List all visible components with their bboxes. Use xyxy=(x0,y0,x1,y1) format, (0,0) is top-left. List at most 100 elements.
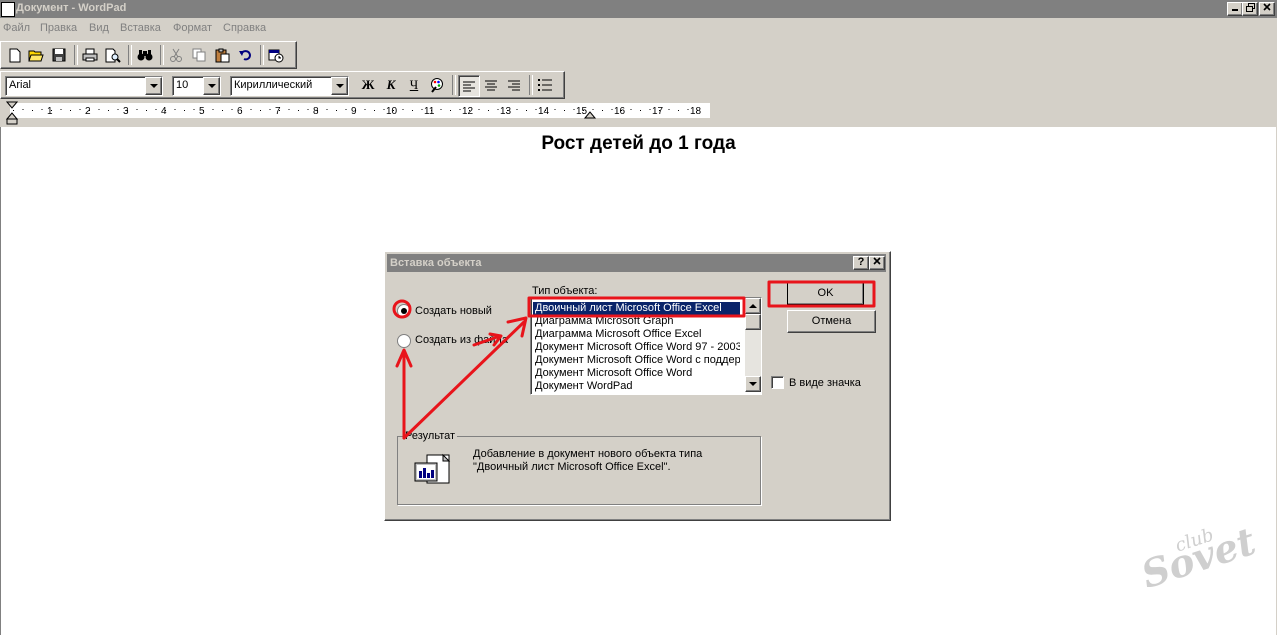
toolbar-separator xyxy=(160,45,164,65)
indent-marker-icon[interactable] xyxy=(6,101,18,125)
radio-create-new-label[interactable]: Создать новый xyxy=(415,305,492,317)
scroll-down-button[interactable] xyxy=(745,376,761,392)
scissors-icon xyxy=(170,48,182,62)
paste-button[interactable] xyxy=(212,45,232,65)
ruler-tick-label: 10 xyxy=(386,106,398,117)
open-folder-icon xyxy=(28,50,44,62)
toolbar-separator xyxy=(260,45,264,65)
copy-icon xyxy=(192,48,205,62)
text-color-button[interactable] xyxy=(427,75,447,95)
chevron-up-icon xyxy=(749,304,757,308)
scroll-up-button[interactable] xyxy=(745,298,761,314)
menu-view[interactable]: Вид xyxy=(89,22,109,34)
align-right-icon xyxy=(508,80,520,90)
minimize-button[interactable] xyxy=(1227,2,1243,16)
open-button[interactable] xyxy=(26,45,46,65)
object-type-item[interactable]: Документ Microsoft Office Word с поддерж… xyxy=(535,354,740,367)
bold-button[interactable]: Ж xyxy=(358,75,378,95)
dialog-title: Вставка объекта xyxy=(390,257,482,269)
right-indent-marker-icon[interactable] xyxy=(584,111,596,120)
ruler[interactable]: 1 2 3 4 5 6 7 8 9 10 11 12 13 14 15 16 17 18 xyxy=(0,100,1277,127)
script-dropdown-button[interactable] xyxy=(331,77,348,95)
radio-selected-dot xyxy=(401,308,407,314)
object-type-item[interactable]: Документ WordPad xyxy=(535,380,740,393)
undo-button[interactable] xyxy=(235,45,255,65)
radio-create-new[interactable] xyxy=(397,304,411,318)
window-title: Документ - WordPad xyxy=(16,2,127,14)
copy-button[interactable] xyxy=(189,45,209,65)
toolbar-separator xyxy=(529,75,533,95)
close-icon xyxy=(1263,3,1271,11)
minimize-icon xyxy=(1232,9,1238,11)
script-value: Кириллический xyxy=(234,79,313,91)
dialog-help-button[interactable]: ? xyxy=(853,256,869,270)
cancel-button-label: Отмена xyxy=(811,315,852,327)
object-type-item[interactable]: Документ Microsoft Office Word 97 - 2003 xyxy=(535,341,740,354)
cancel-button[interactable]: Отмена xyxy=(787,310,876,333)
radio-create-from-file-label[interactable]: Создать из файла xyxy=(415,334,508,346)
binoculars-icon xyxy=(137,50,153,61)
restore-icon xyxy=(1245,3,1255,12)
menu-format[interactable]: Формат xyxy=(173,22,212,34)
insert-datetime-button[interactable] xyxy=(266,45,286,65)
help-icon: ? xyxy=(857,256,865,268)
font-dropdown-button[interactable] xyxy=(145,77,162,95)
document-heading[interactable]: Рост детей до 1 года xyxy=(1,133,1276,155)
calendar-clock-icon xyxy=(268,49,284,62)
align-left-button[interactable] xyxy=(458,75,480,97)
font-size-combo[interactable]: 10 xyxy=(172,76,221,96)
ruler-tick-label: 16 xyxy=(614,106,626,117)
print-preview-button[interactable] xyxy=(103,45,123,65)
menu-edit[interactable]: Правка xyxy=(40,22,77,34)
align-center-icon xyxy=(485,80,497,90)
italic-button[interactable]: К xyxy=(381,75,401,95)
menu-bar: Файл Правка Вид Вставка Формат Справка xyxy=(0,19,1277,39)
result-description-line2: "Двоичный лист Microsoft Office Excel". xyxy=(473,461,671,473)
save-button[interactable] xyxy=(49,45,69,65)
print-button[interactable] xyxy=(80,45,100,65)
as-icon-label[interactable]: В виде значка xyxy=(789,377,861,389)
toolbar-separator xyxy=(452,75,456,95)
find-button[interactable] xyxy=(135,45,155,65)
object-type-list[interactable]: Двоичный лист Microsoft Office Excel Диа… xyxy=(530,297,762,395)
scroll-thumb[interactable] xyxy=(745,314,761,330)
align-right-button[interactable] xyxy=(504,75,524,95)
restore-button[interactable] xyxy=(1242,2,1258,16)
floppy-disk-icon xyxy=(52,48,66,62)
menu-help[interactable]: Справка xyxy=(223,22,266,34)
menu-file[interactable]: Файл xyxy=(3,22,30,34)
ruler-tick-label: 13 xyxy=(500,106,512,117)
ok-button[interactable]: OK xyxy=(787,282,864,305)
ruler-tick-label: 2 xyxy=(85,106,91,117)
ruler-labels: 1 2 3 4 5 6 7 8 9 10 11 12 13 14 15 16 17 18 xyxy=(0,100,720,120)
excel-object-icon xyxy=(414,453,451,484)
dialog-titlebar[interactable]: Вставка объекта ? xyxy=(387,254,886,272)
new-document-button[interactable] xyxy=(5,45,25,65)
window-titlebar[interactable]: Документ - WordPad xyxy=(0,0,1277,18)
toolbar-separator xyxy=(128,45,132,65)
bullets-button[interactable] xyxy=(535,75,555,95)
result-group-label: Результат xyxy=(403,430,458,442)
close-window-button[interactable] xyxy=(1259,2,1275,16)
menu-insert[interactable]: Вставка xyxy=(120,22,161,34)
object-type-item[interactable]: Диаграмма Microsoft Graph xyxy=(535,315,740,328)
bullet-list-icon xyxy=(538,79,552,91)
font-name-combo[interactable]: Arial xyxy=(5,76,163,96)
object-type-item[interactable]: Документ Microsoft Office Word xyxy=(535,367,740,380)
object-type-item[interactable]: Двоичный лист Microsoft Office Excel xyxy=(533,302,740,315)
object-list-scrollbar[interactable] xyxy=(745,298,761,392)
radio-create-from-file[interactable] xyxy=(397,334,411,348)
underline-button[interactable]: Ч xyxy=(404,75,424,95)
object-type-item[interactable]: Диаграмма Microsoft Office Excel xyxy=(535,328,740,341)
cut-button[interactable] xyxy=(166,45,186,65)
as-icon-checkbox[interactable] xyxy=(771,376,784,389)
dialog-close-button[interactable] xyxy=(869,256,885,270)
ruler-tick-label: 4 xyxy=(161,106,167,117)
chevron-down-icon xyxy=(749,382,757,386)
size-dropdown-button[interactable] xyxy=(203,77,220,95)
ruler-tick-label: 18 xyxy=(690,106,702,117)
close-icon xyxy=(873,257,881,265)
ruler-tick-label: 14 xyxy=(538,106,550,117)
align-center-button[interactable] xyxy=(481,75,501,95)
script-combo[interactable]: Кириллический xyxy=(230,76,349,96)
